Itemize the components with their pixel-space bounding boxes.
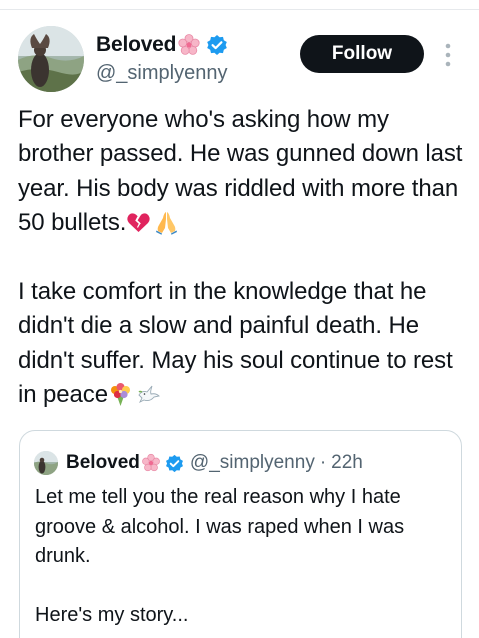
tweet-line-2-text: I take comfort in the knowledge that he … xyxy=(18,278,453,409)
quoted-tweet-header: Beloved @_simplyenny · 22h xyxy=(34,451,363,475)
quoted-avatar xyxy=(34,451,58,475)
top-divider xyxy=(0,9,479,10)
quoted-paragraph-1: Let me tell you the real reason why I ha… xyxy=(35,486,405,567)
tweet-paragraph-1: For everyone who's asking how my brother… xyxy=(18,103,468,241)
bouquet-icon xyxy=(110,383,130,407)
dove-icon xyxy=(138,385,160,404)
verified-badge-icon xyxy=(165,454,183,472)
follow-button[interactable]: Follow xyxy=(300,35,424,73)
broken-heart-icon xyxy=(127,213,150,233)
quoted-display-name: Beloved xyxy=(66,452,140,473)
author-name-row: Beloved xyxy=(96,32,228,58)
tweet-paragraph-2: I take comfort in the knowledge that he … xyxy=(18,275,468,413)
tweet-text: For everyone who's asking how my brother… xyxy=(18,103,468,413)
quoted-tweet-text: Let me tell you the real reason why I ha… xyxy=(35,483,455,631)
separator-dot: · xyxy=(319,452,327,473)
cherry-blossom-icon xyxy=(178,34,200,55)
quoted-tweet-card[interactable]: Beloved @_simplyenny · 22h Let me tell y… xyxy=(19,430,462,638)
quoted-timestamp: 22h xyxy=(331,452,363,473)
folded-hands-icon xyxy=(156,212,178,236)
cherry-blossom-icon xyxy=(142,453,160,472)
quoted-paragraph-2: Here's my story... xyxy=(35,604,189,626)
verified-badge-icon xyxy=(207,35,228,55)
quoted-handle: @_simplyenny xyxy=(189,452,315,473)
more-vertical-icon[interactable] xyxy=(443,42,453,68)
author-handle[interactable]: @_simplyenny xyxy=(96,62,227,85)
avatar-photo xyxy=(18,26,84,92)
avatar-photo xyxy=(34,451,58,475)
author-display-name[interactable]: Beloved xyxy=(96,33,176,57)
avatar[interactable] xyxy=(18,26,84,92)
tweet-header: Beloved @_simplyenny Follow xyxy=(18,26,463,96)
tweet-line-1-text: For everyone who's asking how my brother… xyxy=(18,106,463,237)
